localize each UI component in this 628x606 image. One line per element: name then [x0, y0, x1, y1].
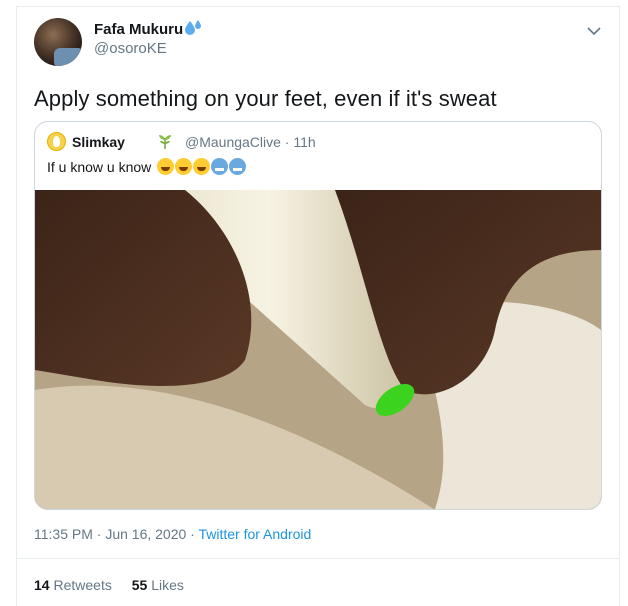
retweets-stat[interactable]: 14 Retweets: [34, 577, 112, 593]
likes-label: Likes: [151, 577, 184, 593]
cold-face-icon: [211, 158, 229, 175]
author-avatar[interactable]: [34, 18, 82, 66]
tweet-stats: 14 Retweets 55 Likes: [34, 577, 200, 593]
quoted-text: If u know u know: [47, 158, 247, 175]
sweat-droplets-icon: [185, 20, 202, 35]
chevron-down-icon[interactable]: [585, 22, 603, 40]
likes-stat[interactable]: 55 Likes: [132, 577, 184, 593]
laughing-tears-icon: [157, 158, 175, 175]
quoted-text-body: If u know u know: [47, 159, 152, 175]
author-name[interactable]: Fafa Mukuru: [94, 20, 202, 38]
author-handle[interactable]: @osoroKE: [94, 40, 167, 57]
retweets-count: 14: [34, 577, 50, 593]
quoted-photo[interactable]: [35, 190, 601, 509]
quoted-handle-time: @MaungaClive · 11h: [185, 134, 316, 150]
tweet-meta: 11:35 PM · Jun 16, 2020 · Twitter for An…: [34, 526, 311, 542]
quoted-author-name: Slimkay: [72, 134, 125, 150]
likes-count: 55: [131, 577, 148, 593]
divider: [16, 558, 620, 559]
quoted-avatar: [47, 132, 66, 151]
tweet-text: Apply something on your feet, even if it…: [34, 86, 497, 111]
timestamp[interactable]: 11:35 PM · Jun 16, 2020 ·: [34, 526, 198, 542]
source-link[interactable]: Twitter for Android: [198, 526, 311, 542]
author-name-text: Fafa Mukuru: [94, 21, 184, 38]
rolling-laughing-icon: [193, 158, 211, 175]
emoji-row: [157, 158, 247, 175]
laughing-tears-icon: [175, 158, 193, 175]
cold-face-icon: [229, 158, 247, 175]
herb-icon: [159, 135, 171, 149]
quoted-tweet[interactable]: Slimkay @MaungaClive · 11h If u know u k…: [34, 121, 602, 510]
retweets-label: Retweets: [53, 577, 112, 593]
